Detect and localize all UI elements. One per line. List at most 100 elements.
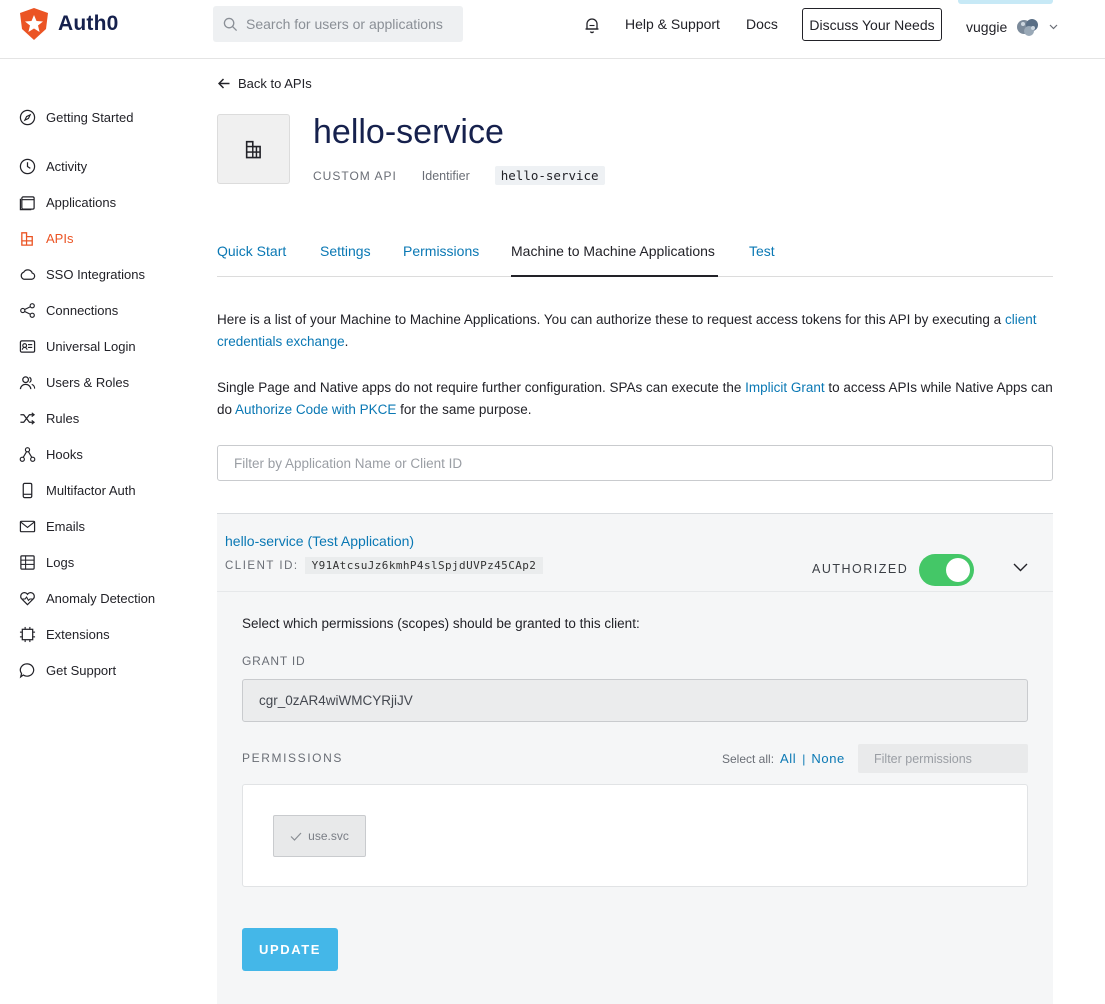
- sidebar-item-apis[interactable]: APIs: [19, 230, 73, 247]
- logs-icon: [20, 555, 35, 570]
- authorization-status: AUTHORIZED: [812, 562, 909, 576]
- authorize-code-pkce-link[interactable]: Authorize Code with PKCE: [235, 402, 396, 417]
- logo-text: Auth0: [58, 12, 119, 35]
- active-tab-indicator: [511, 275, 718, 277]
- permission-name: use.svc: [308, 829, 349, 843]
- grant-id-field[interactable]: cgr_0zAR4wiWMCYRjiJV: [242, 679, 1028, 722]
- sidebar-item-label: Hooks: [46, 447, 83, 462]
- sidebar-item-anomaly-detection[interactable]: Anomaly Detection: [19, 590, 155, 607]
- sidebar-item-universal-login[interactable]: Universal Login: [19, 338, 136, 355]
- select-all-controls: Select all: All | None: [722, 751, 845, 766]
- filter-permissions-input[interactable]: Filter permissions: [858, 744, 1028, 773]
- select-all-label: Select all:: [722, 751, 775, 766]
- client-id-label: CLIENT ID:: [225, 559, 299, 572]
- api-meta: CUSTOM API Identifier hello-service: [313, 166, 605, 185]
- check-icon: [290, 832, 302, 841]
- sidebar-item-label: Emails: [46, 519, 86, 534]
- login-icon: [19, 340, 36, 353]
- sidebar-item-multifactor-auth[interactable]: Multifactor Auth: [19, 482, 136, 499]
- top-bar: Auth0 Search for users or applications H…: [0, 0, 1105, 59]
- intro-paragraph-1: Here is a list of your Machine to Machin…: [217, 309, 1053, 353]
- tab-settings[interactable]: Settings: [320, 243, 371, 259]
- phone-icon: [22, 482, 33, 499]
- sidebar-item-logs[interactable]: Logs: [19, 554, 74, 571]
- intro2-text-c: for the same purpose.: [400, 402, 532, 417]
- docs-link[interactable]: Docs: [746, 16, 778, 32]
- identifier-label: Identifier: [421, 168, 470, 183]
- authorize-toggle[interactable]: [919, 554, 974, 586]
- sidebar-item-label: SSO Integrations: [46, 267, 145, 282]
- select-all-link[interactable]: All: [780, 751, 796, 766]
- implicit-grant-link[interactable]: Implicit Grant: [745, 380, 825, 395]
- sidebar-item-applications[interactable]: Applications: [19, 194, 116, 211]
- sidebar-item-connections[interactable]: Connections: [19, 302, 118, 319]
- update-button[interactable]: UPDATE: [242, 928, 338, 971]
- cloud-icon: [20, 269, 36, 280]
- mail-icon: [19, 520, 36, 533]
- permission-chip[interactable]: use.svc: [273, 815, 366, 857]
- chevron-down-icon[interactable]: [1013, 563, 1028, 572]
- back-to-apis-link[interactable]: Back to APIs: [218, 76, 312, 91]
- sidebar-item-label: Universal Login: [46, 339, 136, 354]
- intro1-text: Here is a list of your Machine to Machin…: [217, 312, 1002, 327]
- select-none-link[interactable]: None: [811, 751, 844, 766]
- sidebar-item-sso-integrations[interactable]: SSO Integrations: [19, 266, 145, 283]
- sidebar-item-label: Logs: [46, 555, 75, 570]
- sidebar-item-hooks[interactable]: Hooks: [19, 446, 83, 463]
- tab-quick-start[interactable]: Quick Start: [217, 243, 286, 259]
- auth0-shield-icon: [20, 8, 48, 40]
- help-support-link[interactable]: Help & Support: [625, 16, 720, 32]
- sidebar-item-emails[interactable]: Emails: [19, 518, 85, 535]
- users-icon: [19, 376, 36, 390]
- api-icon-box: [217, 114, 290, 184]
- intro1-end: .: [344, 334, 349, 349]
- tab-machine-to-machine-applications[interactable]: Machine to Machine Applications: [511, 243, 715, 259]
- sidebar-item-get-support[interactable]: Get Support: [19, 662, 116, 679]
- chevron-down-icon: [1049, 24, 1058, 30]
- apis-icon: [245, 140, 261, 159]
- hooks-icon: [19, 447, 36, 462]
- scopes-title: Select which permissions (scopes) should…: [242, 616, 640, 631]
- username: vuggie: [966, 19, 1008, 35]
- search-placeholder: Search for users or applications: [246, 16, 443, 32]
- application-card-header[interactable]: hello-service (Test Application) CLIENT …: [217, 514, 1053, 592]
- sidebar-item-label: Anomaly Detection: [46, 591, 156, 606]
- tab-test[interactable]: Test: [749, 243, 775, 259]
- activity-icon: [19, 158, 36, 175]
- tab-bar: Quick Start Settings Permissions Machine…: [217, 230, 1053, 277]
- search-icon: [223, 17, 238, 31]
- identifier-value: hello-service: [494, 166, 605, 185]
- grant-id-label: GRANT ID: [242, 654, 306, 668]
- auth0-logo[interactable]: Auth0: [18, 7, 119, 41]
- application-card: hello-service (Test Application) CLIENT …: [217, 513, 1053, 1004]
- sidebar-item-users-roles[interactable]: Users & Roles: [19, 374, 129, 391]
- shuffle-icon: [20, 412, 36, 425]
- notifications-bell-icon[interactable]: [584, 16, 600, 37]
- user-menu[interactable]: vuggie: [966, 16, 1058, 38]
- discuss-your-needs-button[interactable]: Discuss Your Needs: [802, 8, 942, 41]
- sidebar-item-label: Rules: [46, 411, 80, 426]
- separator: |: [802, 751, 806, 766]
- intro-paragraph-2: Single Page and Native apps do not requi…: [217, 377, 1053, 421]
- share-icon: [20, 303, 35, 318]
- sidebar-item-label: Getting Started: [46, 110, 134, 125]
- sidebar-item-label: Multifactor Auth: [46, 483, 136, 498]
- api-type: CUSTOM API: [313, 168, 397, 183]
- tab-permissions[interactable]: Permissions: [403, 243, 479, 259]
- avatar: [1017, 19, 1039, 36]
- intro2-text-a: Single Page and Native apps do not requi…: [217, 380, 742, 395]
- sidebar-item-label: Get Support: [46, 663, 117, 678]
- tenant-indicator: [958, 0, 1053, 4]
- compass-icon: [19, 109, 36, 126]
- filter-applications-input[interactable]: Filter by Application Name or Client ID: [217, 445, 1053, 481]
- sidebar-item-getting-started[interactable]: Getting Started: [19, 109, 133, 126]
- sidebar-item-label: Applications: [46, 195, 117, 210]
- applications-icon: [19, 196, 35, 211]
- sidebar-item-extensions[interactable]: Extensions: [19, 626, 110, 643]
- search-input[interactable]: Search for users or applications: [213, 6, 463, 42]
- application-name-link[interactable]: hello-service (Test Application): [225, 533, 414, 549]
- sidebar-item-rules[interactable]: Rules: [19, 410, 79, 427]
- grant-id-value: cgr_0zAR4wiWMCYRjiJV: [259, 693, 413, 708]
- permissions-list: use.svc: [242, 784, 1028, 887]
- sidebar-item-activity[interactable]: Activity: [19, 158, 87, 175]
